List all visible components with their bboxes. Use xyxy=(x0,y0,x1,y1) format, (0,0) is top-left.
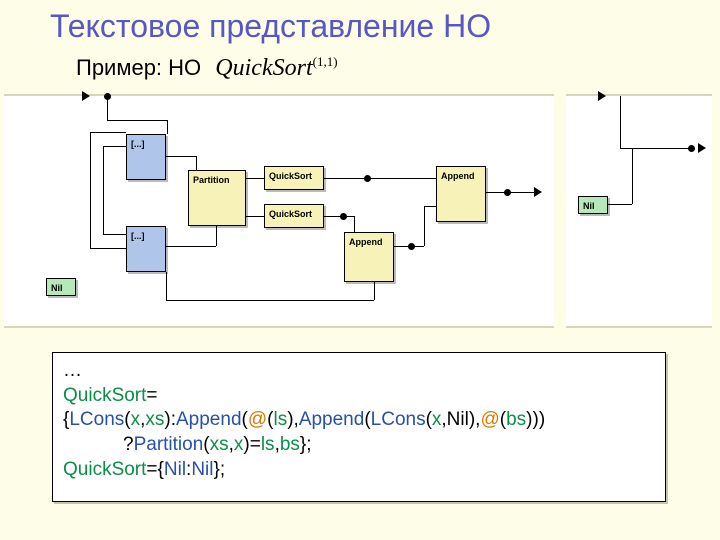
subtitle-formula: QuickSort(1,1) xyxy=(207,55,337,81)
diagram-left-panel: [...] [...] Nil Partition QuickSort Quic… xyxy=(4,94,554,328)
code-line-5: QuickSort={Nil:Nil}; xyxy=(63,458,655,483)
case-box-2: [...] xyxy=(126,226,166,272)
code-line-4: ?Partition(xs,x)=ls,bs}; xyxy=(63,433,655,458)
code-line-2: QuickSort= xyxy=(63,384,655,409)
nil-box-right: Nil xyxy=(578,196,608,214)
case-box-1: [...] xyxy=(126,134,166,180)
nil-box-left: Nil xyxy=(46,278,76,296)
quicksort-box-1: QuickSort xyxy=(264,166,324,190)
code-line-3: {LCons(x,xs):Append(@(ls),Append(LCons(x… xyxy=(63,408,655,433)
quicksort-box-2: QuickSort xyxy=(264,204,324,228)
code-listing: … QuickSort= {LCons(x,xs):Append(@(ls),A… xyxy=(52,352,666,502)
diagram-right-panel: Nil xyxy=(566,94,712,328)
slide-title: Текстовое представление НО xyxy=(50,8,491,45)
partition-box: Partition xyxy=(188,170,246,226)
append-box-outer: Append xyxy=(436,166,486,222)
append-box-inner: Append xyxy=(344,232,394,282)
subtitle-prefix: Пример: НО xyxy=(76,55,201,80)
code-line-1: … xyxy=(63,359,655,384)
slide-subtitle: Пример: НО QuickSort(1,1) xyxy=(76,54,338,82)
